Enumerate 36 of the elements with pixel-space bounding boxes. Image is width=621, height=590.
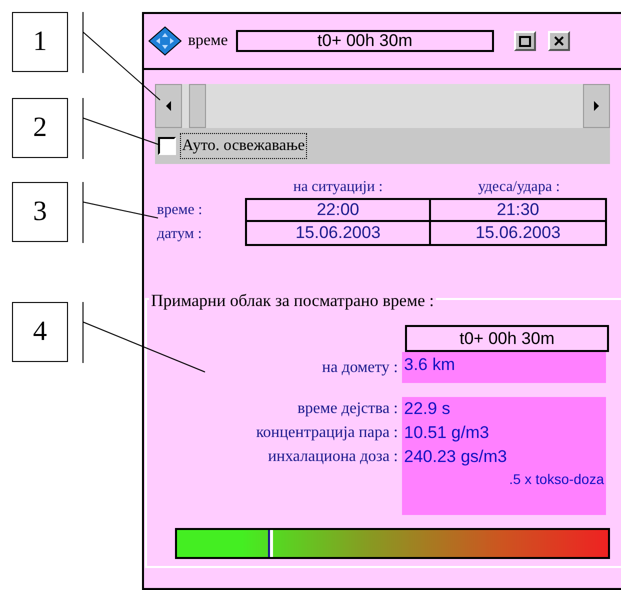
left-arrow-icon (166, 101, 171, 111)
callout-label: 4 (12, 302, 68, 362)
close-button[interactable] (548, 31, 570, 51)
callout-label: 2 (12, 98, 68, 158)
time-display: t0+ 00h 30m (236, 30, 494, 52)
column-header: на ситуацији : (292, 178, 384, 197)
note-text: .5 x tokso-doza (509, 470, 605, 489)
field-label: време дејства : (296, 399, 399, 419)
value-text: 10.51 g/m3 (404, 422, 490, 444)
row-label: време : (156, 200, 204, 220)
callout-label: 3 (12, 182, 68, 242)
table-cell: 15.06.2003 (431, 222, 607, 246)
value-field: 3.6 km (402, 352, 606, 383)
field-label: на домету : (321, 358, 399, 378)
table-cell: 21:30 (431, 198, 607, 222)
callout-label: 1 (12, 12, 68, 72)
field-label: концентрација пара : (255, 423, 399, 443)
right-arrow-icon (594, 101, 599, 111)
field-label: инхалациона доза : (266, 447, 399, 467)
value-text: 240.23 gs/m3 (404, 446, 508, 468)
move-arrows-icon (148, 26, 182, 56)
maximize-icon (518, 36, 531, 46)
table-cell: 15.06.2003 (245, 222, 431, 246)
scroll-thumb[interactable] (189, 84, 206, 128)
table-cell: 22:00 (245, 198, 431, 222)
maximize-button[interactable] (514, 31, 536, 51)
checkbox[interactable] (158, 137, 176, 155)
scroll-left-button[interactable] (155, 84, 182, 128)
row-label: датум : (156, 224, 203, 244)
time-display: t0+ 00h 30m (405, 325, 609, 352)
column-header: удеса/удара : (477, 178, 561, 197)
window-title: време (188, 31, 228, 51)
checkbox-label[interactable]: Ауто. освежавање (180, 133, 307, 159)
scroll-right-button[interactable] (583, 84, 610, 128)
close-icon (554, 36, 564, 46)
value-text: 22.9 s (404, 398, 450, 420)
